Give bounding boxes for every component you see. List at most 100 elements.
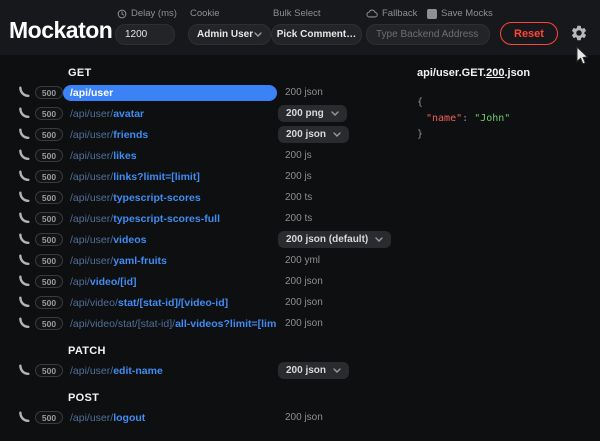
delay-phone-icon[interactable] — [17, 212, 30, 225]
route-cell[interactable]: /api/user/logout — [63, 410, 277, 426]
badge-500[interactable]: 500 — [35, 233, 63, 246]
delay-input[interactable]: 1200 — [115, 24, 175, 45]
route-cell[interactable]: /api/user/yaml-fruits — [63, 253, 277, 269]
route-path-name: avatar — [113, 108, 144, 120]
pick-comment-button[interactable]: Pick Comment… — [271, 24, 362, 45]
save-mocks-checkbox[interactable] — [427, 9, 437, 19]
status-cell: 200 json — [277, 297, 400, 308]
route-path-prefix: /api/ — [70, 276, 90, 288]
delay-phone-icon[interactable] — [17, 191, 30, 204]
route-path-prefix: /api/user/ — [70, 171, 113, 183]
delay-phone-icon[interactable] — [17, 233, 30, 246]
route-row: 500 /api/user/friends 200 json — [17, 124, 400, 145]
section-rows: 500 /api/user/logout 200 json — [17, 407, 400, 428]
route-cell[interactable]: /api/user/videos — [63, 232, 277, 248]
route-path-name: typescript-scores-full — [113, 213, 220, 225]
delay-phone-icon[interactable] — [17, 149, 30, 162]
chevron-down-icon — [254, 32, 262, 37]
status-select-value: 200 json — [286, 365, 326, 376]
route-path-name: all-videos?limit=[limit] — [175, 318, 277, 330]
route-row: 500 /api/user/avatar 200 png — [17, 103, 400, 124]
route-row: 500 /api/user/links?limit=[limit] 200 js — [17, 166, 400, 187]
route-cell[interactable]: /api/user/avatar — [63, 106, 277, 122]
badge-500[interactable]: 500 — [35, 296, 63, 309]
route-cell[interactable]: /api/video/stat/[stat-id]/all-videos?lim… — [63, 316, 277, 332]
reset-button[interactable]: Reset — [500, 22, 558, 45]
status-text: 200 ts — [285, 192, 312, 203]
badge-500[interactable]: 500 — [35, 107, 63, 120]
status-cell: 200 json — [277, 87, 400, 98]
status-cell: 200 json — [277, 412, 400, 423]
badge-500[interactable]: 500 — [35, 149, 63, 162]
status-cell: 200 png — [277, 105, 400, 122]
gear-icon[interactable] — [570, 24, 588, 42]
route-path-prefix: /api/user/ — [70, 192, 113, 204]
delay-phone-icon[interactable] — [17, 254, 30, 267]
status-select[interactable]: 200 json (default) — [278, 231, 391, 248]
badge-500[interactable]: 500 — [35, 364, 63, 377]
route-path-prefix: /api/user/ — [70, 255, 113, 267]
save-mocks-toggle[interactable]: Save Mocks — [427, 8, 493, 19]
delay-phone-icon[interactable] — [17, 317, 30, 330]
route-cell[interactable]: /api/user/edit-name — [63, 363, 277, 379]
cloud-icon — [366, 9, 378, 18]
badge-500[interactable]: 500 — [35, 170, 63, 183]
status-select-value: 200 png — [286, 108, 324, 119]
badge-500[interactable]: 500 — [35, 317, 63, 330]
status-cell: 200 json — [277, 362, 400, 379]
route-row: 500 /api/user/typescript-scores 200 ts — [17, 187, 400, 208]
route-path-name: /api/user — [70, 87, 113, 99]
method-header: GET — [68, 67, 400, 79]
delay-phone-icon[interactable] — [17, 128, 30, 141]
route-list: GET 500 /api/user 200 json 500 /api/user… — [0, 55, 400, 441]
status-cell: 200 json — [277, 126, 400, 143]
route-path-name: friends — [113, 129, 148, 141]
badge-500[interactable]: 500 — [35, 86, 63, 99]
status-cell: 200 yml — [277, 255, 400, 266]
delay-phone-icon[interactable] — [17, 364, 30, 377]
delay-phone-icon[interactable] — [17, 170, 30, 183]
delay-phone-icon[interactable] — [17, 275, 30, 288]
route-cell[interactable]: /api/video/stat/[stat-id]/[video-id] — [63, 295, 277, 311]
delay-phone-icon[interactable] — [17, 411, 30, 424]
badge-500[interactable]: 500 — [35, 212, 63, 225]
route-cell[interactable]: /api/user/friends — [63, 127, 277, 143]
cookie-select[interactable]: Admin User — [188, 24, 271, 45]
delay-phone-icon[interactable] — [17, 296, 30, 309]
route-row: 500 /api/user/likes 200 js — [17, 145, 400, 166]
section-rows: 500 /api/user 200 json 500 /api/user/ava… — [17, 82, 400, 334]
status-select[interactable]: 200 png — [278, 105, 347, 122]
route-path-prefix: /api/user/ — [70, 129, 113, 141]
json-key: "name" — [426, 113, 462, 124]
route-path-name: edit-name — [113, 365, 163, 377]
method-header: PATCH — [68, 345, 400, 357]
route-cell[interactable]: /api/user/likes — [63, 148, 277, 164]
route-path-prefix: /api/video/stat/[stat-id]/ — [70, 318, 175, 330]
status-text: 200 js — [285, 171, 312, 182]
route-cell[interactable]: /api/user — [63, 85, 277, 101]
delay-label: Delay (ms) — [117, 8, 177, 19]
method-section: GET 500 /api/user 200 json 500 /api/user… — [17, 67, 400, 334]
route-path-name: video/[id] — [90, 276, 137, 288]
route-cell[interactable]: /api/user/typescript-scores-full — [63, 211, 277, 227]
badge-500[interactable]: 500 — [35, 275, 63, 288]
badge-500[interactable]: 500 — [35, 191, 63, 204]
route-cell[interactable]: /api/video/[id] — [63, 274, 277, 290]
route-path-prefix: /api/user/ — [70, 213, 113, 225]
badge-500[interactable]: 500 — [35, 411, 63, 424]
delay-phone-icon[interactable] — [17, 107, 30, 120]
route-path-prefix: /api/user/ — [70, 150, 113, 162]
route-cell[interactable]: /api/user/typescript-scores — [63, 190, 277, 206]
backend-address-input[interactable]: Type Backend Address — [366, 24, 490, 45]
status-select[interactable]: 200 json — [278, 126, 349, 143]
chevron-down-icon — [333, 132, 341, 137]
delay-phone-icon[interactable] — [17, 86, 30, 99]
fallback-toggle[interactable]: Fallback — [366, 8, 417, 19]
badge-500[interactable]: 500 — [35, 254, 63, 267]
route-row: 500 /api/video/stat/[stat-id]/[video-id]… — [17, 292, 400, 313]
route-row: 500 /api/user/videos 200 json (default) — [17, 229, 400, 250]
badge-500[interactable]: 500 — [35, 128, 63, 141]
status-code-link[interactable]: 200 — [486, 67, 504, 79]
status-select[interactable]: 200 json — [278, 362, 349, 379]
route-cell[interactable]: /api/user/links?limit=[limit] — [63, 169, 277, 185]
